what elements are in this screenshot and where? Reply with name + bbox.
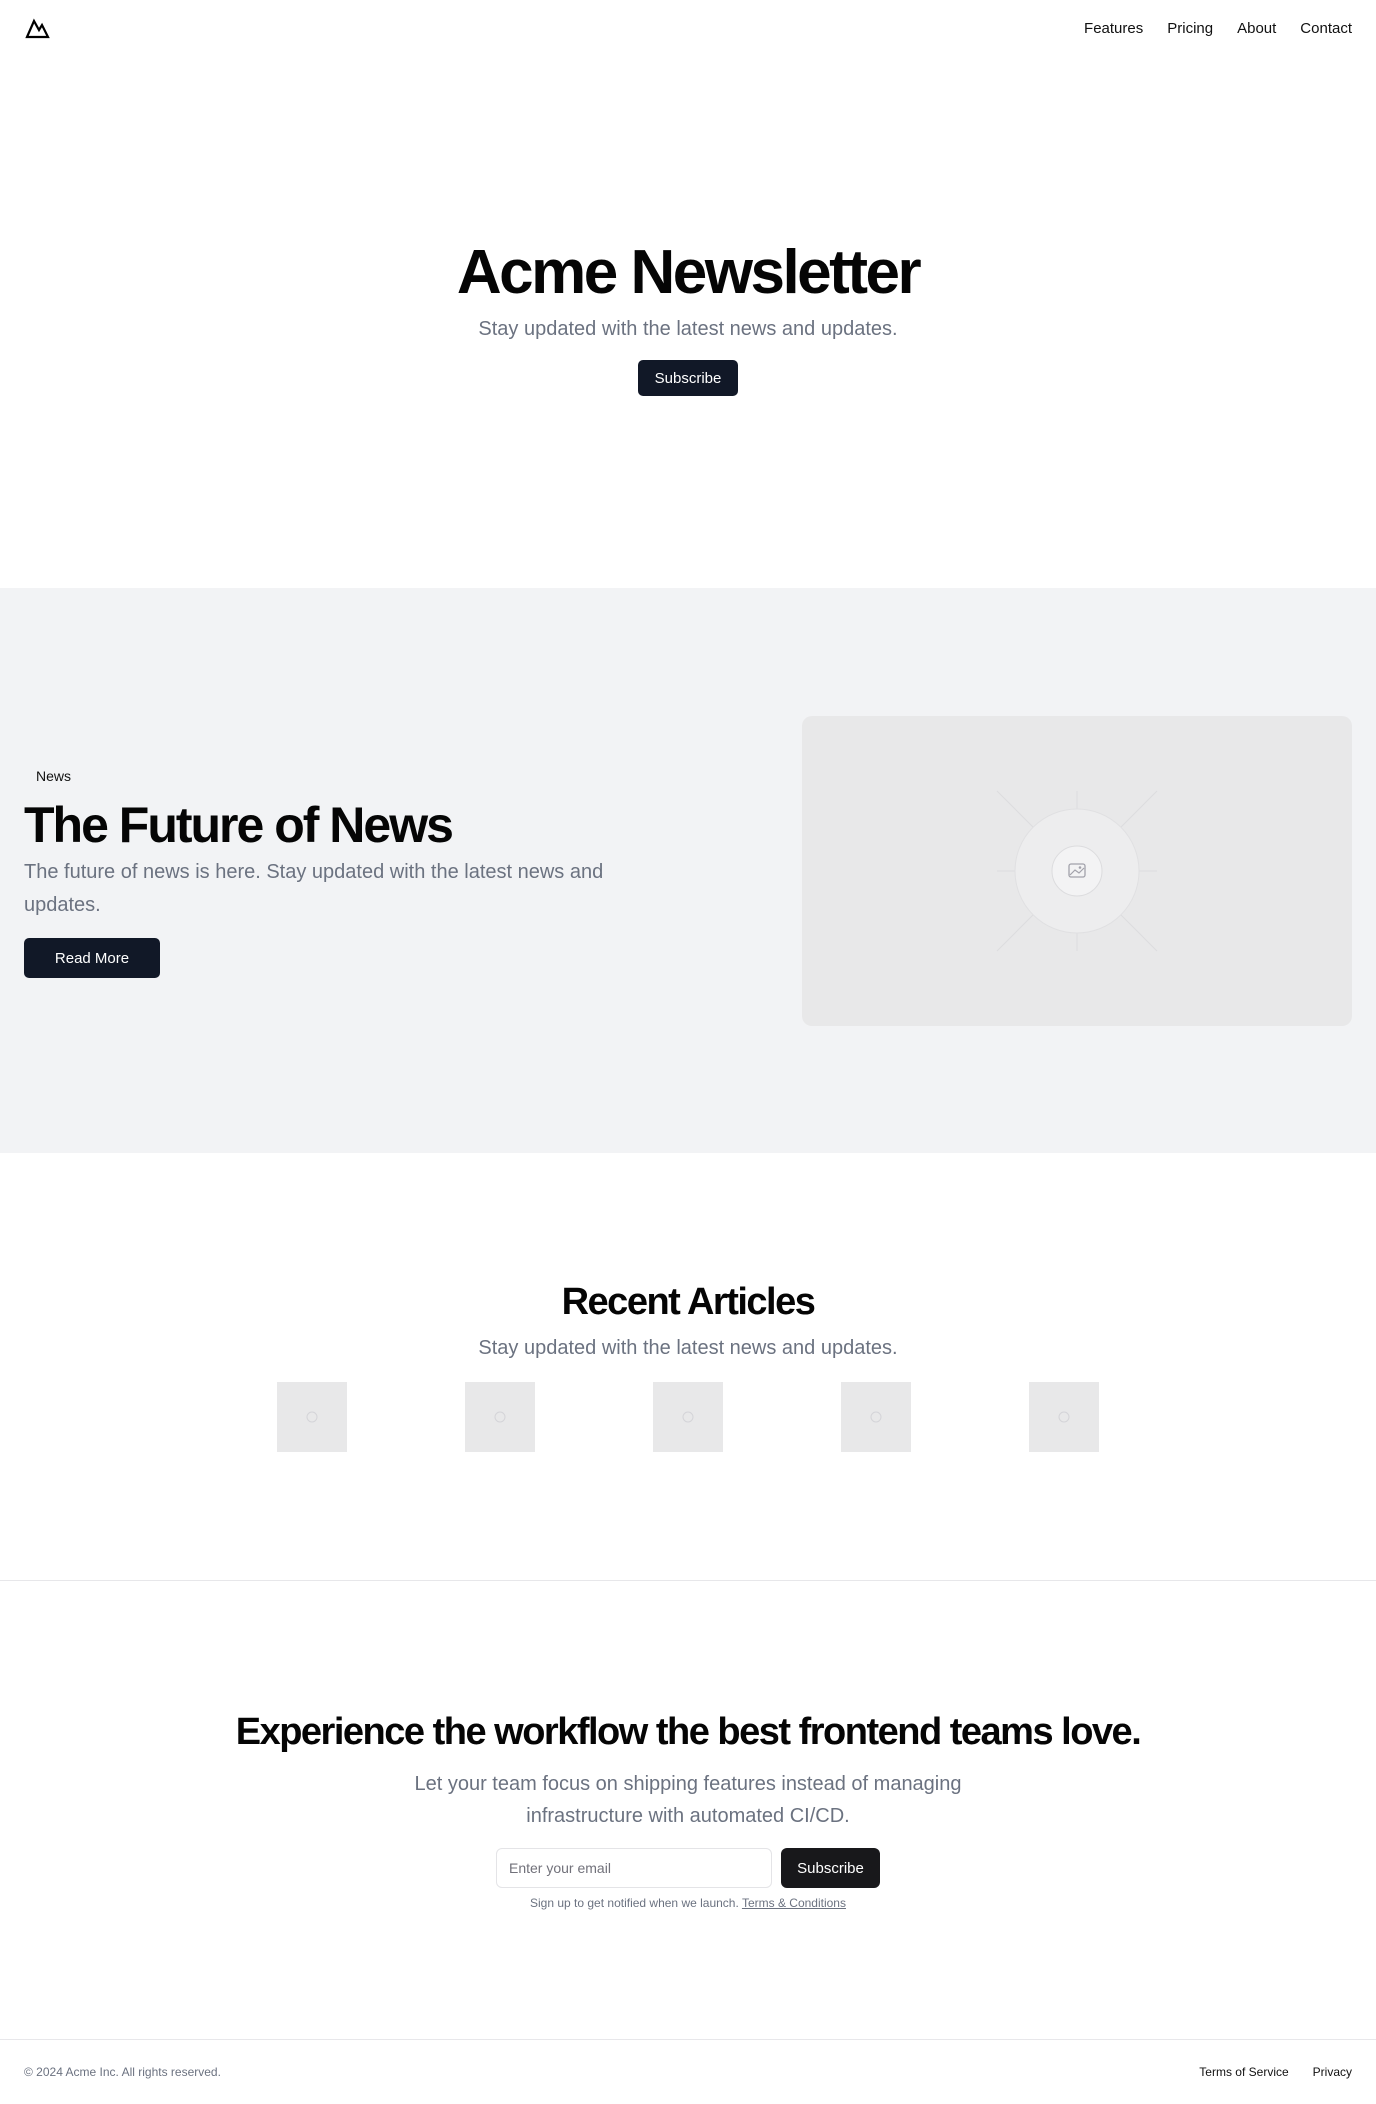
copyright-text: © 2024 Acme Inc. All rights reserved.: [24, 2065, 221, 2079]
hero-title: Acme Newsletter: [456, 238, 922, 307]
cta-section: Experience the workflow the best fronten…: [0, 1581, 1376, 2039]
recent-subtitle: Stay updated with the latest news and up…: [478, 1337, 898, 1359]
nav-link-contact[interactable]: Contact: [1300, 20, 1352, 37]
email-field[interactable]: [496, 1848, 772, 1888]
page: Features Pricing About Contact Acme News…: [0, 0, 1376, 2104]
image-placeholder-icon: [870, 1411, 882, 1423]
recent-title: Recent Articles: [561, 1281, 816, 1323]
article-thumbnail[interactable]: [1029, 1382, 1099, 1452]
image-placeholder-icon: [996, 790, 1158, 952]
nav-link-pricing[interactable]: Pricing: [1167, 20, 1213, 37]
terms-link[interactable]: Terms & Conditions: [742, 1896, 846, 1910]
article-thumbnail[interactable]: [653, 1382, 723, 1452]
featured-section: News The Future of News The future of ne…: [0, 588, 1376, 1153]
article-thumbnail[interactable]: [465, 1382, 535, 1452]
read-more-button[interactable]: Read More: [24, 938, 160, 978]
hero-subscribe-button[interactable]: Subscribe: [638, 360, 738, 396]
cta-description: Let your team focus on shipping features…: [414, 1773, 962, 1827]
site-header: Features Pricing About Contact: [0, 0, 1376, 56]
article-thumbnail[interactable]: [277, 1382, 347, 1452]
cta-title: Experience the workflow the best fronten…: [235, 1711, 1142, 1753]
hero-subtitle: Stay updated with the latest news and up…: [478, 318, 898, 340]
signup-note-text: Sign up to get notified when we launch.: [530, 1896, 739, 1910]
main-nav: Features Pricing About Contact: [1084, 20, 1352, 37]
footer-link-terms[interactable]: Terms of Service: [1199, 2065, 1288, 2079]
footer-links: Terms of Service Privacy: [1199, 2065, 1352, 2079]
featured-title: The Future of News: [24, 797, 454, 853]
article-thumbnail[interactable]: [841, 1382, 911, 1452]
footer-link-privacy[interactable]: Privacy: [1313, 2065, 1352, 2079]
hero-section: Acme Newsletter Stay updated with the la…: [0, 56, 1376, 588]
cta-subscribe-button[interactable]: Subscribe: [781, 1848, 880, 1888]
category-badge: News: [24, 766, 84, 786]
image-placeholder-icon: [682, 1411, 694, 1423]
image-placeholder-icon: [1058, 1411, 1070, 1423]
signup-note: Sign up to get notified when we launch. …: [0, 1896, 1376, 1910]
image-placeholder-icon: [306, 1411, 318, 1423]
recent-articles-section: Recent Articles Stay updated with the la…: [0, 1153, 1376, 1581]
featured-image: [802, 716, 1352, 1026]
nav-link-about[interactable]: About: [1237, 20, 1276, 37]
nav-link-features[interactable]: Features: [1084, 20, 1143, 37]
image-placeholder-icon: [494, 1411, 506, 1423]
featured-description: The future of news is here. Stay updated…: [24, 861, 604, 916]
site-footer: © 2024 Acme Inc. All rights reserved. Te…: [0, 2040, 1376, 2104]
mountain-icon[interactable]: [24, 17, 50, 39]
